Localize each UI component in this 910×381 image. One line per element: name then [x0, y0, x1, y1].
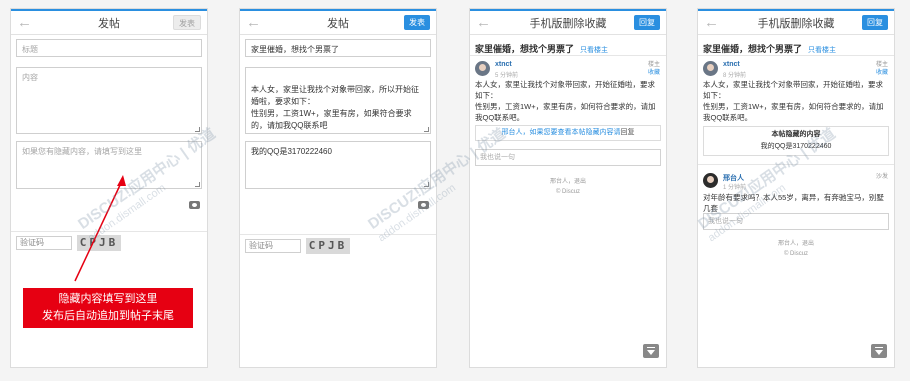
reply-input[interactable]: 我也说一句: [475, 149, 661, 166]
thread-title: 家里催婚，想找个男票了 只看楼主: [703, 42, 836, 55]
camera-icon[interactable]: [418, 201, 429, 209]
post-body: 本人女，家里让我找个对象带回家，开始征婚啦，要求如下： 性别男，工资1W+，家里…: [703, 80, 884, 122]
hidden-box-value: 我的QQ是3170222460: [760, 143, 832, 150]
footer: 邢台人，退出 © Discuz: [698, 239, 894, 259]
reply-input[interactable]: 我也说一句: [703, 213, 889, 230]
post-author[interactable]: xtnct: [495, 61, 512, 68]
floor-info: 楼主 收藏: [648, 61, 660, 77]
reply-time: 1 分钟前: [723, 185, 747, 191]
hidden-content-tip: 邢台人，如果您要查看本帖隐藏内容请回复: [475, 125, 661, 141]
footer-brand: © Discuz: [555, 189, 581, 195]
hidden-content-box: 本帖隐藏的内容 我的QQ是3170222460: [703, 126, 889, 156]
back-arrow-icon[interactable]: ←: [246, 14, 261, 32]
divider: [698, 164, 894, 165]
hidden-tip-link[interactable]: 邢台人，如果您要查看本帖隐藏内容请: [502, 129, 621, 136]
only-op-link[interactable]: 只看楼主: [580, 47, 608, 54]
post-author[interactable]: xtnct: [723, 61, 740, 68]
footer-links[interactable]: 邢台人，退出: [698, 239, 894, 249]
callout-line-1: 隐藏内容填写到这里: [58, 293, 158, 305]
back-arrow-icon[interactable]: ←: [476, 14, 491, 32]
thread-title-text: 家里催婚，想找个男票了: [703, 44, 803, 54]
thread-title: 家里催婚，想找个男票了 只看楼主: [475, 42, 608, 55]
footer: 邢台人，退出 © Discuz: [470, 177, 666, 197]
page-title: 手机版删除收藏: [757, 17, 835, 30]
publish-button[interactable]: 发表: [404, 15, 430, 30]
content-textarea[interactable]: 本人女，家里让我找个对象带回家，所以开始征婚啦，要求如下： 性别男，工资1W+，…: [245, 67, 431, 134]
resize-handle-icon[interactable]: [424, 127, 429, 132]
scroll-to-bottom-icon[interactable]: [643, 344, 659, 358]
callout-line-2: 发布后自动追加到帖子末尾: [42, 310, 174, 322]
top-bar: ← 手机版删除收藏 回复: [470, 9, 666, 35]
post-time: 8 分钟前: [723, 73, 747, 79]
only-op-link[interactable]: 只看楼主: [808, 47, 836, 54]
reply-body: 对年龄有要求吗？本人55岁，离异，有奔驰宝马，别墅几套: [703, 193, 884, 213]
post-body: 本人女，家里让我找个对象带回家，开始征婚啦，要求如下： 性别男，工资1W+，家里…: [475, 80, 656, 122]
captcha-input[interactable]: 验证码: [245, 239, 301, 253]
content-value: 本人女，家里让我找个对象带回家，所以开始征婚啦，要求如下： 性别男，工资1W+，…: [251, 85, 419, 130]
favorite-link[interactable]: 收藏: [648, 69, 660, 77]
divider: [698, 55, 894, 56]
phone-screen-filled-post: ← 发帖 发表 家里催婚，想找个男票了 本人女，家里让我找个对象带回家，所以开始…: [239, 8, 437, 368]
hidden-content-textarea[interactable]: 我的QQ是3170222460: [245, 141, 431, 189]
phone-screen-thread-hidden: ← 手机版删除收藏 回复 家里催婚，想找个男票了 只看楼主 xtnct 5 分钟前…: [469, 8, 667, 368]
thread-title-text: 家里催婚，想找个男票了: [475, 44, 575, 54]
hidden-content-value: 我的QQ是3170222460: [251, 147, 332, 156]
post-time: 5 分钟前: [495, 73, 519, 79]
title-input[interactable]: 家里催婚，想找个男票了: [245, 39, 431, 57]
phone-screen-thread-revealed: ← 手机版删除收藏 回复 家里催婚，想找个男票了 只看楼主 xtnct 8 分钟前…: [697, 8, 895, 368]
hidden-box-title: 本帖隐藏的内容: [771, 131, 821, 138]
captcha-image[interactable]: CPJB: [306, 238, 350, 254]
captcha-row: 验证码 CPJB: [240, 234, 436, 256]
page-title: 发帖: [327, 17, 349, 30]
favorite-link[interactable]: 收藏: [876, 69, 888, 77]
reply-button[interactable]: 回复: [634, 15, 660, 30]
hidden-tip-rest: 回复: [620, 129, 635, 136]
reply-floor: 沙发: [875, 174, 888, 180]
avatar[interactable]: [703, 61, 718, 76]
back-arrow-icon[interactable]: ←: [704, 14, 719, 32]
top-bar: ← 手机版删除收藏 回复: [698, 9, 894, 35]
floor-label: 楼主: [647, 62, 660, 68]
resize-handle-icon[interactable]: [424, 182, 429, 187]
top-bar: ← 发帖 发表: [240, 9, 436, 35]
avatar[interactable]: [703, 173, 718, 188]
floor-label: 楼主: [875, 62, 888, 68]
callout-box: 隐藏内容填写到这里 发布后自动追加到帖子末尾: [23, 288, 193, 328]
divider: [470, 55, 666, 56]
floor-info: 楼主 收藏: [876, 61, 888, 77]
footer-links[interactable]: 邢台人，退出: [470, 177, 666, 187]
reply-button[interactable]: 回复: [862, 15, 888, 30]
avatar[interactable]: [475, 61, 490, 76]
scroll-to-bottom-icon[interactable]: [871, 344, 887, 358]
footer-brand: © Discuz: [783, 251, 809, 257]
page-title: 手机版删除收藏: [529, 17, 607, 30]
phone-screen-new-post: ← 发帖 发表 标题 内容 如果您有隐藏内容，请填写到这里 验证码 CPJB 隐…: [10, 8, 208, 368]
